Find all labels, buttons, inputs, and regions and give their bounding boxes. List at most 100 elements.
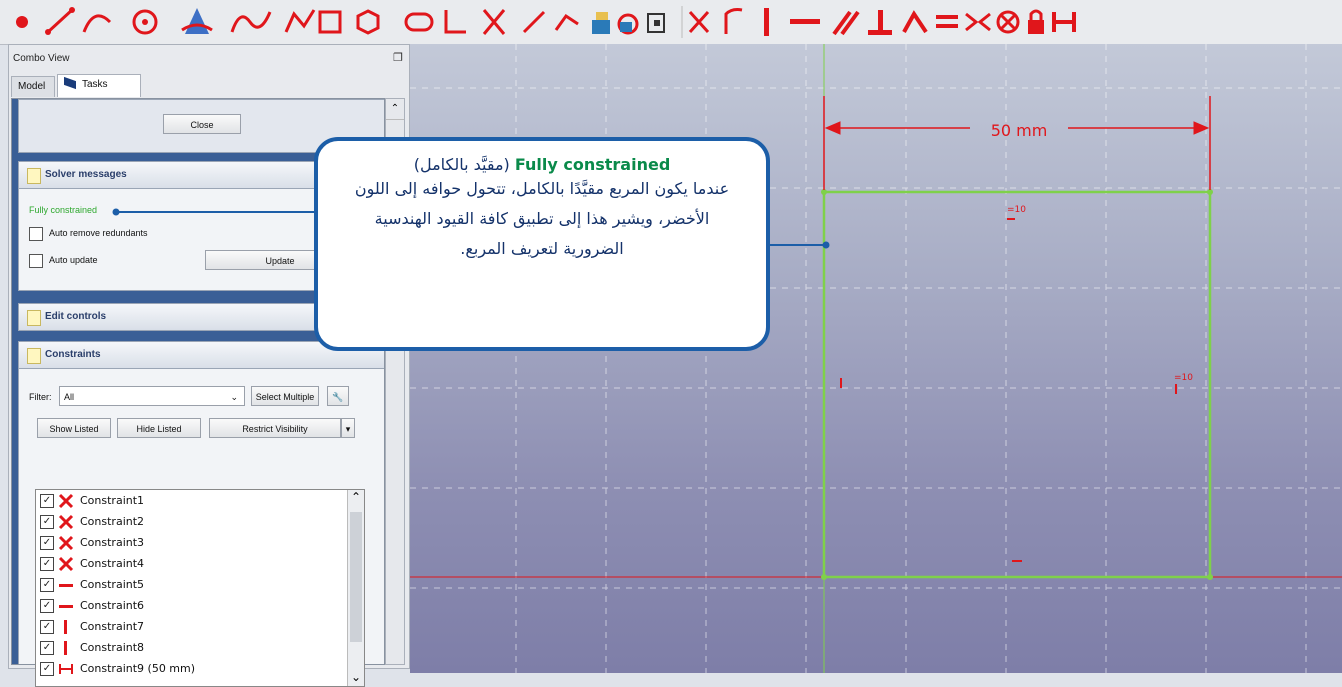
toggle-mode-icon[interactable] <box>647 13 665 33</box>
symmetric-icon[interactable] <box>965 12 991 32</box>
close-button[interactable]: Close <box>163 114 241 134</box>
horizontal-distance-icon <box>58 661 74 677</box>
constraint-checkbox[interactable]: ✓ <box>40 557 54 571</box>
filter-value: All <box>64 392 75 402</box>
carbon-copy-icon[interactable] <box>592 12 610 34</box>
constraint-checkbox[interactable]: ✓ <box>40 515 54 529</box>
hide-listed-button[interactable]: Hide Listed <box>117 418 201 438</box>
equal-marker[interactable]: =10 <box>1174 373 1193 383</box>
scroll-up-icon[interactable]: ⌃ <box>348 490 364 508</box>
callout-body: عندما يكون المربع مقيَّدًا بالكامل، تتحو… <box>354 179 730 258</box>
constraint-checkbox[interactable]: ✓ <box>40 599 54 613</box>
horizontal-marker[interactable] <box>1012 560 1022 562</box>
vertical-icon <box>58 619 74 635</box>
horizontal-marker[interactable] <box>1007 218 1015 220</box>
tab-tasks-label: Tasks <box>82 79 108 90</box>
scroll-up-icon[interactable]: ⌃ <box>386 99 404 120</box>
constraint-checkbox[interactable]: ✓ <box>40 494 54 508</box>
restrict-visibility-button[interactable]: Restrict Visibility <box>209 418 341 438</box>
vertical-marker[interactable] <box>840 378 842 388</box>
solver-status: Fully constrained <box>29 205 98 215</box>
perpendicular-icon[interactable] <box>868 10 892 35</box>
coincident-icon <box>58 556 74 572</box>
polygon-icon[interactable] <box>356 9 380 35</box>
equal-marker[interactable]: =10 <box>1007 205 1026 215</box>
horizontal-icon[interactable] <box>790 19 820 24</box>
vertex[interactable] <box>821 574 827 580</box>
coincident-icon <box>58 535 74 551</box>
list-scrollbar[interactable]: ⌃ ⌄ <box>347 490 364 686</box>
slot-icon[interactable] <box>404 12 434 32</box>
tab-tasks[interactable]: Tasks <box>57 74 141 97</box>
dimension-label[interactable]: 50 mm <box>991 121 1048 140</box>
panel-icon <box>27 168 41 184</box>
conic-icon[interactable] <box>181 8 213 34</box>
arc-icon[interactable] <box>82 14 112 33</box>
show-listed-button[interactable]: Show Listed <box>37 418 111 438</box>
constraint-label: Constraint6 <box>80 599 145 612</box>
sketch-square[interactable] <box>822 190 1212 579</box>
line-icon[interactable] <box>45 7 75 35</box>
panel-icon <box>27 348 41 364</box>
parallel-icon[interactable] <box>832 10 860 36</box>
constraint-checkbox[interactable]: ✓ <box>40 536 54 550</box>
external-geometry-icon[interactable] <box>554 13 579 31</box>
edit-controls-title: Edit controls <box>45 311 107 322</box>
select-multiple-button[interactable]: Select Multiple <box>251 386 319 406</box>
solver-messages-title: Solver messages <box>45 169 127 180</box>
trim-icon[interactable] <box>482 9 506 35</box>
bspline-icon[interactable] <box>230 11 272 33</box>
point-icon[interactable] <box>16 16 28 28</box>
constraint-row[interactable]: ✓ Constraint9 (50 mm) <box>36 658 364 679</box>
scroll-down-icon[interactable]: ⌄ <box>348 670 364 684</box>
horizontal-distance-icon[interactable] <box>1052 12 1076 32</box>
equal-icon[interactable] <box>936 15 958 28</box>
callout-title-ar: (مقيَّد بالكامل) <box>413 155 510 174</box>
constraint-checkbox[interactable]: ✓ <box>40 620 54 634</box>
auto-update-checkbox[interactable] <box>29 254 43 268</box>
auto-remove-checkbox[interactable] <box>29 227 43 241</box>
vertical-icon[interactable] <box>764 8 769 36</box>
tangent-icon[interactable] <box>902 10 928 34</box>
extend-icon[interactable] <box>522 10 546 34</box>
restrict-visibility-dropdown[interactable]: ▾ <box>341 418 355 438</box>
constraint-checkbox[interactable]: ✓ <box>40 662 54 676</box>
constraint-row[interactable]: ✓ Constraint7 <box>36 616 364 637</box>
block-icon[interactable] <box>996 10 1020 34</box>
auto-remove-label: Auto remove redundants <box>49 228 148 238</box>
sketcher-toolbar <box>0 0 1342 45</box>
constraints-title: Constraints <box>45 349 101 360</box>
construction-mode-icon[interactable] <box>617 13 639 35</box>
fillet-icon[interactable] <box>444 10 466 34</box>
settings-icon[interactable]: 🔧 <box>327 386 349 406</box>
constraint-list[interactable]: ✓ Constraint1 ✓ Constraint2 ✓ Constraint3 ✓ Con… <box>35 489 365 687</box>
rectangle-icon[interactable] <box>318 10 342 34</box>
constraint-label: Constraint2 <box>80 515 145 528</box>
distance-constraint[interactable] <box>823 96 1211 190</box>
filter-label: Filter: <box>29 392 52 402</box>
float-panel-icon[interactable]: ❐ <box>393 51 403 64</box>
point-on-object-icon[interactable] <box>724 8 743 35</box>
constraint-label: Constraint5 <box>80 578 145 591</box>
chevron-down-icon: ⌄ <box>230 392 238 402</box>
constraint-label: Constraint7 <box>80 620 145 633</box>
vertical-marker[interactable] <box>1175 384 1177 394</box>
constraint-checkbox[interactable]: ✓ <box>40 578 54 592</box>
lock-icon[interactable] <box>1028 9 1044 34</box>
polyline-icon[interactable] <box>284 9 316 33</box>
scroll-thumb[interactable] <box>350 512 362 642</box>
vertex[interactable] <box>1207 574 1213 580</box>
constraint-row[interactable]: ✓ Constraint4 <box>36 553 364 574</box>
constraint-row[interactable]: ✓ Constraint2 <box>36 511 364 532</box>
constraint-row[interactable]: ✓ Constraint8 <box>36 637 364 658</box>
coincident-icon[interactable] <box>688 10 710 34</box>
circle-icon[interactable] <box>132 9 158 35</box>
tab-model[interactable]: Model <box>11 76 55 97</box>
constraint-checkbox[interactable]: ✓ <box>40 641 54 655</box>
constraint-row[interactable]: ✓ Constraint5 <box>36 574 364 595</box>
panel-icon <box>27 310 41 326</box>
constraint-row[interactable]: ✓ Constraint3 <box>36 532 364 553</box>
constraint-row[interactable]: ✓ Constraint6 <box>36 595 364 616</box>
constraint-row[interactable]: ✓ Constraint1 <box>36 490 364 511</box>
filter-select[interactable]: All ⌄ <box>59 386 245 406</box>
